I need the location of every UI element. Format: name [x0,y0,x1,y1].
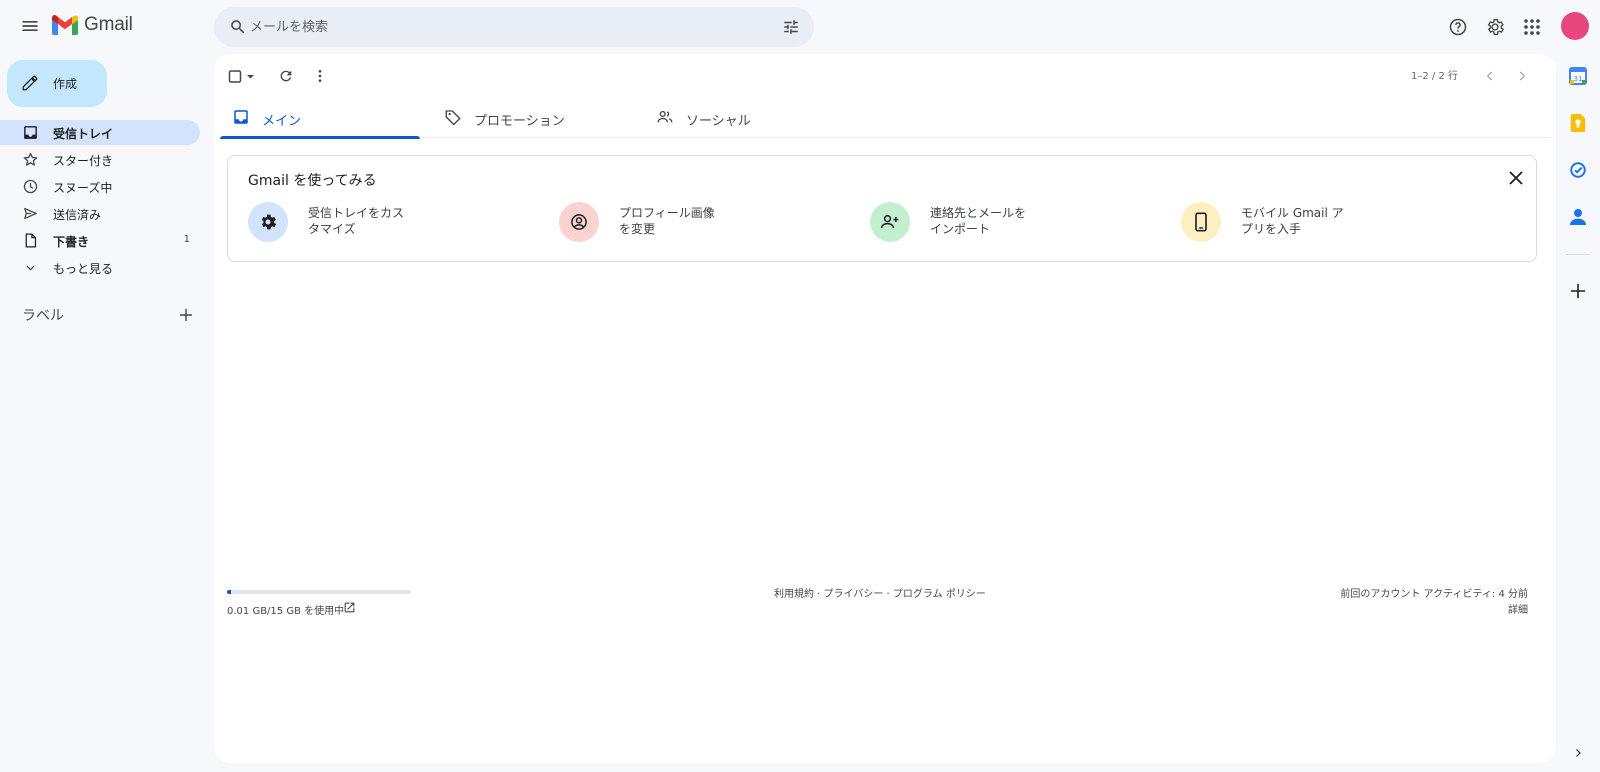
contacts-icon[interactable] [1564,203,1592,231]
keep-icon[interactable] [1564,109,1592,137]
getting-started-line: 連絡先とメールを [930,206,1027,220]
gmail-logo-icon [52,15,78,35]
account-circle-icon [559,202,599,242]
getting-started-line: タマイズ [308,222,356,236]
help-icon[interactable] [1442,11,1474,43]
settings-gear-icon [248,202,288,242]
main-panel: 1–2 / 2 行 メイン プロモーション ソーシャル Gmail を使ってみる [214,54,1556,763]
app-name: Gmail [84,14,133,35]
inbox-icon [234,110,248,124]
sidebar-item-label: 下書き [53,235,90,249]
sidebar-item-inbox[interactable]: 受信トレイ [0,120,200,145]
inbox-icon [24,126,37,139]
tab-label: メイン [262,114,302,129]
storage-usage-fill [227,590,231,594]
storage-usage-text: 0.01 GB/15 GB を使用中 [227,606,345,617]
pagination-text: 1–2 / 2 行 [1411,71,1458,82]
rail-divider [1566,254,1590,255]
svg-text:31: 31 [1574,75,1583,83]
sidebar-item-snoozed[interactable]: スヌーズ中 [0,174,200,199]
sidebar-item-label: もっと見る [53,262,114,276]
draft-icon [25,233,37,248]
tab-label: ソーシャル [686,114,751,129]
getting-started-line: インポート [930,222,991,236]
gmail-logo[interactable]: Gmail [52,14,133,36]
pencil-icon [22,75,38,91]
chevron-right-icon[interactable] [1508,62,1536,90]
chevron-left-icon[interactable] [1476,62,1504,90]
sidebar-item-drafts[interactable]: 下書き 1 [0,228,200,253]
more-vert-icon[interactable] [306,62,334,90]
avatar[interactable] [1561,12,1589,40]
tag-icon [445,110,461,126]
tasks-icon[interactable] [1564,156,1592,184]
settings-gear-icon[interactable] [1479,11,1511,43]
sidebar-item-label: 送信済み [53,208,102,222]
tab-social[interactable]: ソーシャル [644,96,844,138]
compose-button[interactable]: 作成 [7,60,107,107]
people-icon [657,110,673,123]
chevron-down-icon [26,265,35,271]
compose-label: 作成 [53,77,78,91]
footer-links[interactable]: 利用規約 · プライバシー · プログラム ポリシー [774,585,986,600]
sidebar-item-more[interactable]: もっと見る [0,255,200,280]
sidebar-item-label: 受信トレイ [53,127,114,141]
smartphone-icon [1181,202,1221,242]
category-tabs: メイン プロモーション ソーシャル [220,96,1550,139]
search-bar[interactable] [214,7,814,47]
hamburger-menu-icon[interactable] [10,6,50,46]
sidebar-item-label: スター付き [53,154,114,168]
getting-started-card: Gmail を使ってみる 受信トレイをカス タマイズ プロフィール画像 を変更 [227,155,1537,262]
calendar-icon[interactable]: 31 [1564,62,1592,90]
search-options-icon[interactable] [777,13,805,41]
star-icon [23,152,38,166]
labels-heading: ラベル [22,308,64,324]
tab-promotions[interactable]: プロモーション [432,96,632,138]
getting-started-line: 受信トレイをカス [308,206,405,220]
sidebar-item-label: スヌーズ中 [53,181,113,195]
getting-started-line: プロフィール画像 [619,206,715,220]
close-icon[interactable] [1504,166,1528,190]
activity-details-link[interactable]: 詳細 [1508,601,1528,616]
getting-started-mobile-app[interactable]: モバイル Gmail ア プリを入手 [1181,200,1481,244]
storage-usage-bar [227,590,411,594]
sidebar-item-count: 1 [183,234,190,245]
apps-grid-icon[interactable] [1516,11,1548,43]
getting-started-title: Gmail を使ってみる [248,173,377,189]
getting-started-import-contacts[interactable]: 連絡先とメールを インポート [870,200,1170,244]
select-all-checkbox[interactable] [228,65,268,89]
sidebar-item-sent[interactable]: 送信済み [0,201,200,226]
add-label-icon[interactable] [175,304,197,326]
getting-started-line: モバイル Gmail ア [1241,206,1344,220]
tab-primary[interactable]: メイン [220,96,420,139]
add-icon[interactable] [1564,277,1592,305]
open-in-new-icon[interactable] [341,599,357,615]
tab-label: プロモーション [474,114,565,129]
person-add-icon [870,202,910,242]
refresh-icon[interactable] [272,62,300,90]
getting-started-customize-inbox[interactable]: 受信トレイをカス タマイズ [248,200,548,244]
sidebar-item-starred[interactable]: スター付き [0,147,200,172]
getting-started-profile-image[interactable]: プロフィール画像 を変更 [559,200,859,244]
expand-chevron-icon[interactable] [1564,739,1592,767]
last-activity-text: 前回のアカウント アクティビティ: 4 分前 [1340,589,1528,600]
getting-started-line: を変更 [619,222,656,236]
getting-started-line: プリを入手 [1241,222,1302,236]
search-input[interactable] [250,13,750,41]
clock-icon [23,179,38,194]
send-icon [24,207,37,220]
